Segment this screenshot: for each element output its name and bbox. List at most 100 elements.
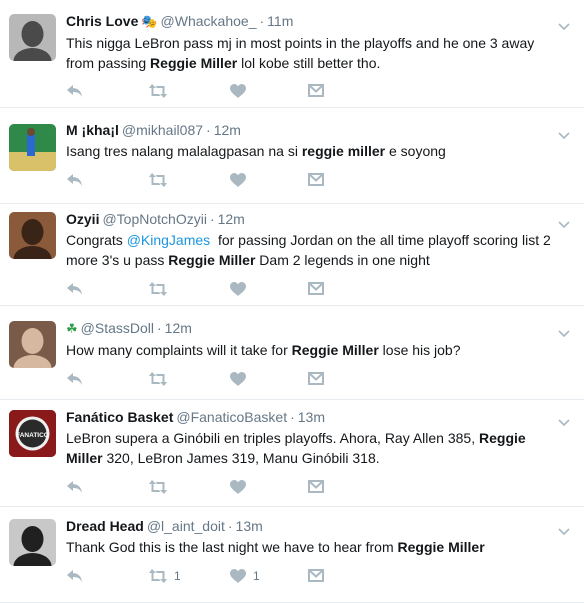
- separator-dot: ·: [206, 122, 211, 138]
- author-fullname[interactable]: Chris Love: [66, 13, 138, 29]
- avatar[interactable]: [9, 212, 56, 259]
- text-segment: Congrats: [66, 232, 127, 248]
- chevron-down-icon[interactable]: [558, 325, 570, 338]
- dm-button[interactable]: [307, 82, 325, 100]
- avatar-logo-text: FANATICO: [16, 432, 49, 439]
- dm-button[interactable]: [307, 478, 325, 496]
- chevron-down-icon[interactable]: [558, 18, 570, 31]
- direct-message-icon: [307, 371, 325, 387]
- tweet[interactable]: Dread Head @l_aint_doit · 13m Thank God this…: [0, 507, 584, 603]
- direct-message-icon: [307, 568, 325, 584]
- retweet-button[interactable]: [148, 370, 168, 388]
- author-fullname[interactable]: Ozyii: [66, 211, 99, 227]
- like-count: 1: [253, 569, 260, 583]
- tweet-timestamp[interactable]: 12m: [214, 122, 241, 138]
- retweet-button[interactable]: [148, 171, 168, 189]
- avatar[interactable]: FANATICO: [9, 410, 56, 457]
- heart-icon: [229, 83, 247, 99]
- author-username[interactable]: @l_aint_doit: [147, 518, 225, 534]
- avatar[interactable]: [9, 14, 56, 61]
- tweet-actions: [66, 280, 366, 298]
- reply-button[interactable]: [66, 567, 84, 585]
- author-username[interactable]: @mikhail087: [122, 122, 203, 138]
- like-button[interactable]: [229, 171, 247, 189]
- reply-icon: [66, 479, 84, 495]
- highlighted-term: Reggie Miller: [291, 342, 379, 358]
- author-fullname[interactable]: Fanático Basket: [66, 409, 173, 425]
- reply-button[interactable]: [66, 82, 84, 100]
- tweet[interactable]: ☘ @StassDoll · 12m How many complaints will …: [0, 306, 584, 400]
- tweet-header: ☘ @StassDoll · 12m: [66, 319, 564, 338]
- tweet-header: M ¡kha¡l @mikhail087 · 12m: [66, 121, 564, 139]
- tweet-timestamp[interactable]: 13m: [236, 518, 263, 534]
- retweet-button[interactable]: [148, 280, 168, 298]
- separator-dot: ·: [290, 409, 295, 425]
- direct-message-icon: [307, 281, 325, 297]
- separator-dot: ·: [209, 211, 215, 227]
- reply-button[interactable]: [66, 478, 84, 496]
- reply-icon: [66, 83, 84, 99]
- heart-icon: [229, 479, 247, 495]
- retweet-button[interactable]: [148, 82, 168, 100]
- direct-message-icon: [307, 479, 325, 495]
- direct-message-icon: [307, 172, 325, 188]
- highlighted-term: reggie miller: [301, 143, 386, 159]
- author-username[interactable]: @StassDoll: [81, 320, 154, 336]
- reply-button[interactable]: [66, 171, 84, 189]
- tweet-timestamp[interactable]: 12m: [218, 211, 245, 227]
- tweet-header: Ozyii @TopNotchOzyii · 12m: [66, 210, 564, 228]
- separator-dot: ·: [227, 518, 233, 534]
- avatar[interactable]: [9, 519, 56, 566]
- tweet-actions: 11: [66, 567, 366, 585]
- mention-link[interactable]: @KingJames: [127, 232, 210, 248]
- retweet-button[interactable]: 1: [148, 567, 181, 585]
- tweet-text: Isang tres nalang malalagpasan na si reg…: [66, 141, 564, 161]
- author-username[interactable]: @FanaticoBasket: [176, 409, 287, 425]
- chevron-down-icon[interactable]: [558, 414, 570, 427]
- text-segment: lose his job?: [378, 342, 461, 358]
- dm-button[interactable]: [307, 567, 325, 585]
- reply-button[interactable]: [66, 370, 84, 388]
- dm-button[interactable]: [307, 370, 325, 388]
- author-fullname[interactable]: M ¡kha¡l: [66, 122, 119, 138]
- tweet-actions: [66, 370, 366, 388]
- tweet-content: Ozyii @TopNotchOzyii · 12m Congrats @KingJam…: [66, 210, 564, 270]
- dm-button[interactable]: [307, 171, 325, 189]
- chevron-down-icon[interactable]: [558, 523, 570, 536]
- like-button[interactable]: [229, 370, 247, 388]
- tweet[interactable]: Ozyii @TopNotchOzyii · 12m Congrats @KingJam…: [0, 204, 584, 306]
- like-button[interactable]: 1: [229, 567, 260, 585]
- tweet-timestamp[interactable]: 13m: [298, 409, 325, 425]
- author-username[interactable]: @TopNotchOzyii: [102, 211, 206, 227]
- author-fullname[interactable]: Dread Head: [66, 518, 144, 534]
- highlighted-term: Reggie Miller: [150, 55, 238, 71]
- separator-dot: ·: [259, 13, 265, 29]
- retweet-icon: [148, 83, 168, 99]
- author-username[interactable]: @Whackahoe_: [161, 13, 257, 29]
- text-segment: How many complaints will it take for: [66, 342, 292, 358]
- chevron-down-icon[interactable]: [558, 127, 570, 140]
- tweet-timeline: Chris Love 🎭 @Whackahoe_ · 11m This nigga LeB…: [0, 0, 584, 603]
- like-button[interactable]: [229, 478, 247, 496]
- like-button[interactable]: [229, 82, 247, 100]
- tweet-actions: [66, 478, 366, 496]
- tweet-header: Chris Love 🎭 @Whackahoe_ · 11m: [66, 12, 564, 31]
- tweet-timestamp[interactable]: 12m: [165, 320, 192, 336]
- retweet-count: 1: [174, 569, 181, 583]
- tweet-timestamp[interactable]: 11m: [267, 13, 293, 29]
- text-segment: 320, LeBron James 319, Manu Ginóbili 318…: [102, 450, 380, 466]
- retweet-button[interactable]: [148, 478, 168, 496]
- dm-button[interactable]: [307, 280, 325, 298]
- tweet[interactable]: FANATICO Fanático Basket @FanaticoBasket · 1…: [0, 400, 584, 507]
- chevron-down-icon[interactable]: [558, 216, 570, 229]
- tweet[interactable]: M ¡kha¡l @mikhail087 · 12m Isang tres nalang…: [0, 108, 584, 204]
- avatar[interactable]: [9, 321, 56, 368]
- like-button[interactable]: [229, 280, 247, 298]
- avatar[interactable]: [9, 124, 56, 171]
- tweet-actions: [66, 82, 366, 100]
- tweet[interactable]: Chris Love 🎭 @Whackahoe_ · 11m This nigga LeB…: [0, 0, 584, 108]
- separator-dot: ·: [157, 320, 162, 336]
- reply-button[interactable]: [66, 280, 84, 298]
- heart-icon: [229, 568, 247, 584]
- tweet-text: LeBron supera a Ginóbili en triples play…: [66, 428, 564, 468]
